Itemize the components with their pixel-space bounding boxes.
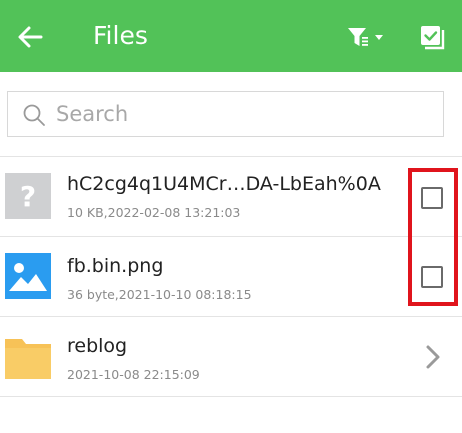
select-all-button[interactable] [418,23,446,51]
filter-dropdown-icon [348,28,383,46]
file-meta: 10 KB,2022-02-08 13:21:03 [67,205,241,220]
row-divider [0,396,462,397]
file-name: hC2cg4q1U4MCr…DA-LbEah%0A [67,173,381,195]
file-meta: 36 byte,2021-10-10 08:18:15 [67,287,252,302]
filter-button[interactable] [344,22,390,52]
folder-icon [5,339,51,379]
arrow-left-icon [18,26,43,48]
file-row-image[interactable]: fb.bin.png 36 byte,2021-10-10 08:18:15 [0,237,462,317]
file-checkbox[interactable] [421,266,443,288]
search-box [7,91,444,137]
file-name: fb.bin.png [67,255,164,277]
app-bar: Files [0,0,462,72]
chevron-right-icon[interactable] [424,344,442,370]
file-row-unknown[interactable]: ? hC2cg4q1U4MCr…DA-LbEah%0A 10 KB,2022-0… [0,157,462,237]
file-checkbox[interactable] [421,187,443,209]
folder-meta: 2021-10-08 22:15:09 [67,367,200,382]
page-title: Files [93,21,148,50]
search-icon [23,104,45,126]
svg-text:?: ? [20,180,36,213]
folder-row[interactable]: reblog 2021-10-08 22:15:09 [0,317,462,397]
folder-name: reblog [67,335,128,357]
image-file-icon [5,253,51,299]
search-input[interactable] [56,92,436,136]
back-button[interactable] [14,20,48,54]
unknown-file-icon: ? [5,173,51,219]
select-all-checkbox-icon [421,26,445,50]
